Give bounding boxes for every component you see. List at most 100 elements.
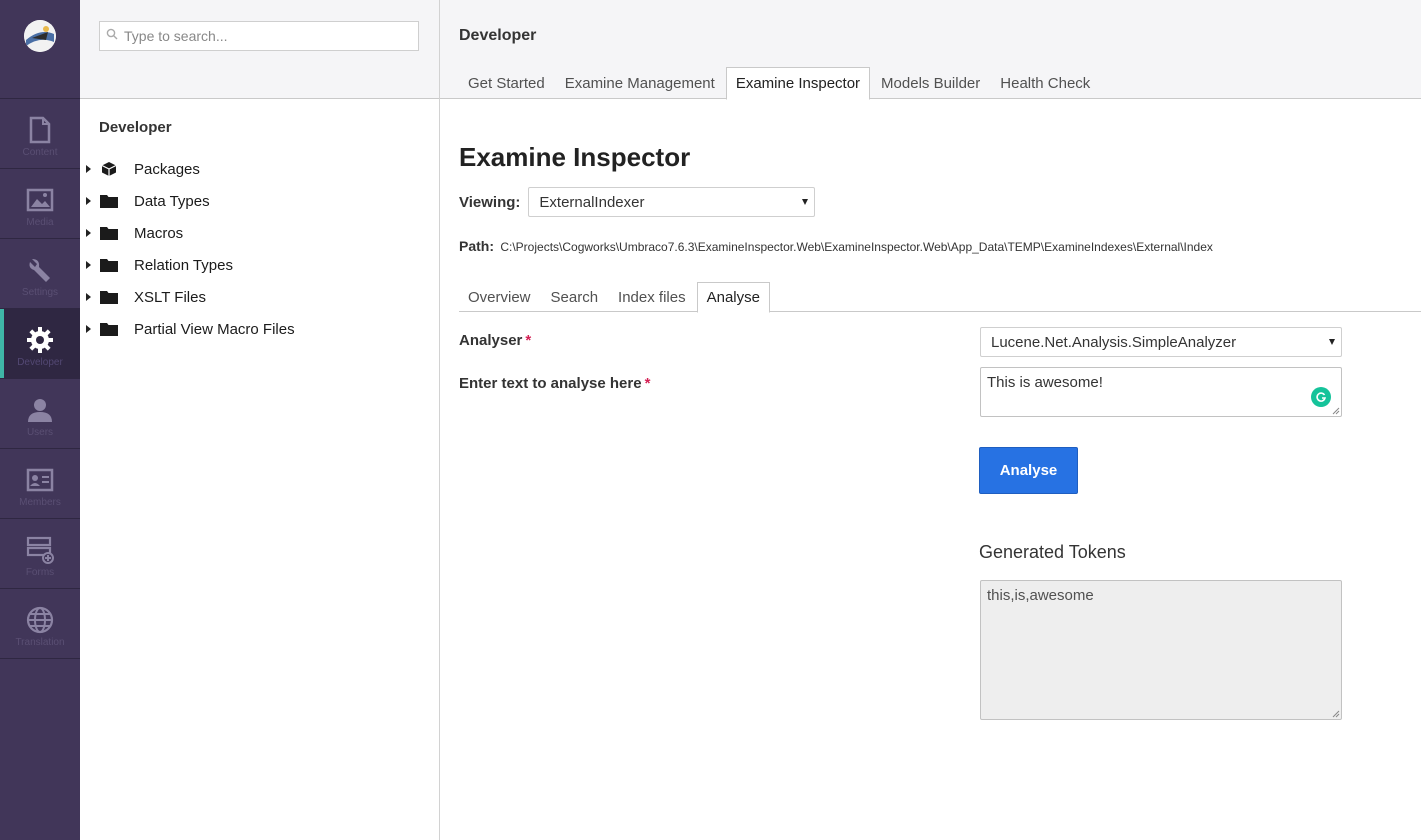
tab-examine-management[interactable]: Examine Management: [556, 67, 724, 99]
folder-icon: [100, 256, 118, 274]
section-label: Forms: [25, 567, 55, 578]
section-content[interactable]: Content: [0, 99, 80, 169]
section-label: Translation: [15, 637, 65, 648]
path-value: C:\Projects\Cogworks\Umbraco7.6.3\Examin…: [500, 240, 1213, 254]
tab-search[interactable]: Search: [542, 282, 608, 312]
resize-handle-icon[interactable]: [1332, 710, 1340, 718]
viewing-label: Viewing:: [459, 193, 521, 211]
analyser-select-value: Lucene.Net.Analysis.SimpleAnalyzer: [991, 333, 1237, 351]
inspector-tabs: Overview Search Index files Analyse: [459, 282, 1421, 313]
main-panel: Developer Get Started Examine Management…: [440, 0, 1421, 840]
expand-caret-icon[interactable]: [86, 197, 91, 205]
section-label: Media: [26, 217, 54, 228]
expand-caret-icon[interactable]: [86, 261, 91, 269]
folder-icon: [100, 224, 118, 242]
analyser-label-text: Analyser: [459, 332, 523, 349]
sections-bar: Content Media Settings Developer Users M…: [0, 0, 80, 840]
tab-models-builder[interactable]: Models Builder: [872, 67, 989, 99]
tree-item-packages[interactable]: Packages: [80, 153, 439, 185]
generated-tokens-title: Generated Tokens: [979, 542, 1126, 562]
generated-tokens-area[interactable]: this,is,awesome: [980, 580, 1342, 720]
tree-item-label: Partial View Macro Files: [134, 320, 295, 338]
tab-index-files[interactable]: Index files: [609, 282, 695, 312]
section-forms[interactable]: Forms: [0, 519, 80, 589]
expand-caret-icon[interactable]: [86, 229, 91, 237]
gear-icon: [25, 325, 55, 355]
folder-icon: [100, 320, 118, 338]
section-label: Users: [26, 427, 54, 438]
section-members[interactable]: Members: [0, 449, 80, 519]
user-icon: [25, 395, 55, 425]
id-card-icon: [25, 465, 55, 495]
tab-overview[interactable]: Overview: [459, 282, 540, 312]
dropdown-arrow-icon: [802, 199, 809, 205]
section-developer[interactable]: Developer: [0, 309, 80, 379]
tree-list: Packages Data Types Macros Relation Type…: [80, 153, 439, 345]
tree-root-label[interactable]: Developer: [80, 99, 439, 136]
tab-analyse[interactable]: Analyse: [696, 282, 770, 313]
main-content: Examine Inspector Viewing: ExternalIndex…: [440, 142, 1421, 732]
viewing-row: Viewing: ExternalIndexer: [459, 187, 1402, 217]
tree-panel: Developer Packages Data Types Macros: [80, 0, 440, 840]
expand-caret-icon[interactable]: [86, 293, 91, 301]
package-icon: [100, 160, 118, 178]
document-icon: [25, 115, 55, 145]
section-label: Settings: [21, 287, 59, 298]
expand-caret-icon[interactable]: [86, 325, 91, 333]
tree-item-partial-view-macro-files[interactable]: Partial View Macro Files: [80, 313, 439, 345]
grammarly-icon[interactable]: [1311, 387, 1331, 407]
folder-icon: [100, 288, 118, 306]
logo-area: [0, 0, 80, 99]
resize-handle-icon[interactable]: [1332, 407, 1340, 415]
tab-examine-inspector[interactable]: Examine Inspector: [725, 67, 871, 100]
image-icon: [25, 185, 55, 215]
tab-health-check[interactable]: Health Check: [991, 67, 1099, 99]
viewing-select-value: ExternalIndexer: [539, 193, 645, 211]
tree-item-label: Macros: [134, 224, 184, 242]
tree-item-label: XSLT Files: [134, 288, 206, 306]
main-header: Developer Get Started Examine Management…: [440, 0, 1421, 100]
viewing-select[interactable]: ExternalIndexer: [528, 187, 816, 217]
section-settings[interactable]: Settings: [0, 239, 80, 309]
form-icon: [25, 535, 55, 565]
tree-item-label: Relation Types: [134, 256, 233, 274]
folder-icon: [100, 192, 118, 210]
tree-item-relation-types[interactable]: Relation Types: [80, 249, 439, 281]
expand-caret-icon[interactable]: [86, 165, 91, 173]
tree-item-label: Data Types: [134, 192, 210, 210]
section-users[interactable]: Users: [0, 379, 80, 449]
search-box[interactable]: [99, 21, 419, 51]
text-label: Enter text to analyse here *: [459, 375, 650, 392]
analyse-text-area[interactable]: This is awesome!: [980, 367, 1342, 417]
required-mark: *: [644, 375, 651, 392]
analyse-form: Analyser * Lucene.Net.Analysis.SimpleAnal…: [459, 312, 1402, 732]
dropdown-arrow-icon: [1329, 339, 1335, 345]
tab-get-started[interactable]: Get Started: [459, 67, 554, 99]
section-label: Content: [22, 147, 58, 158]
analyser-select[interactable]: Lucene.Net.Analysis.SimpleAnalyzer: [980, 327, 1342, 357]
section-label: Developer: [17, 357, 63, 368]
search-icon: [106, 27, 118, 45]
umbraco-logo-icon[interactable]: [24, 20, 56, 52]
section-translation[interactable]: Translation: [0, 589, 80, 659]
section-label: Members: [19, 497, 61, 508]
analyse-text-value: This is awesome!: [987, 374, 1103, 391]
analyse-button[interactable]: Analyse: [979, 447, 1078, 494]
analyser-label: Analyser *: [459, 332, 531, 349]
text-label-text: Enter text to analyse here: [459, 375, 642, 392]
section-media[interactable]: Media: [0, 169, 80, 239]
tree-item-macros[interactable]: Macros: [80, 217, 439, 249]
tree-item-xslt-files[interactable]: XSLT Files: [80, 281, 439, 313]
path-label: Path:: [459, 238, 494, 254]
header-title: Developer: [459, 27, 537, 44]
tree-search-area: [80, 0, 439, 99]
wrench-icon: [25, 255, 55, 285]
required-mark: *: [525, 332, 532, 349]
path-row: Path: C:\Projects\Cogworks\Umbraco7.6.3\…: [459, 238, 1402, 254]
generated-tokens-value: this,is,awesome: [987, 587, 1094, 604]
tree-item-data-types[interactable]: Data Types: [80, 185, 439, 217]
globe-icon: [25, 605, 55, 635]
tree-item-label: Packages: [134, 160, 200, 178]
header-tabs: Get Started Examine Management Examine I…: [459, 67, 1101, 100]
search-input[interactable]: [124, 28, 404, 44]
